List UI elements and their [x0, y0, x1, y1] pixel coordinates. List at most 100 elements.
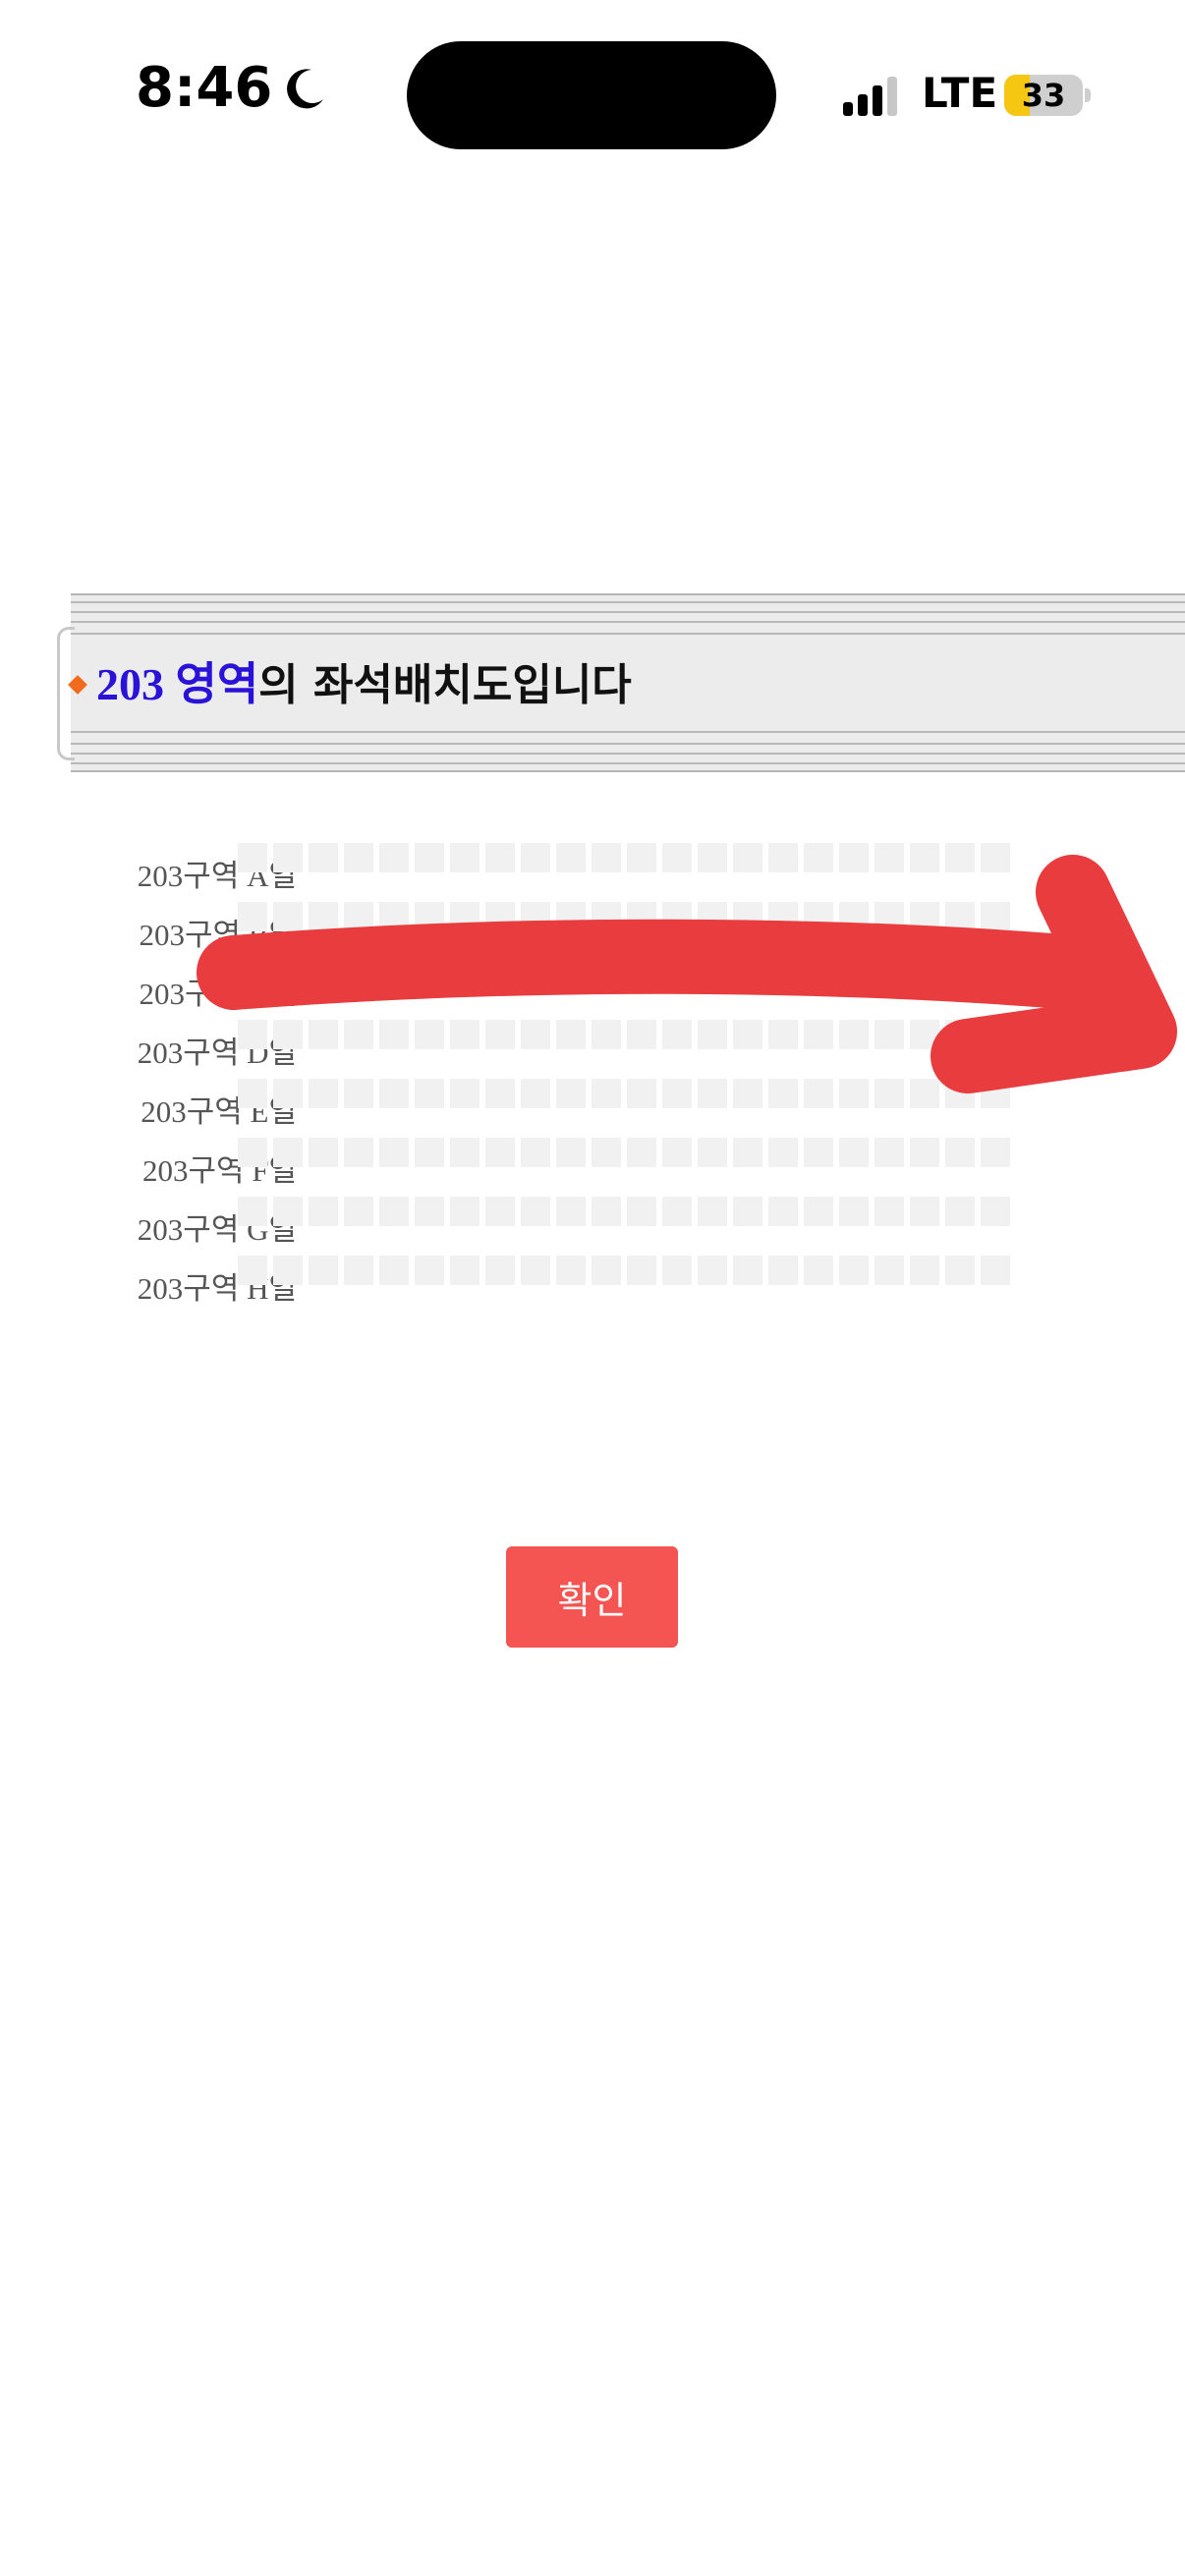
seat[interactable]	[804, 961, 833, 990]
seat[interactable]	[875, 1138, 904, 1167]
seat[interactable]	[238, 902, 267, 931]
seat[interactable]	[910, 1138, 939, 1167]
seat[interactable]	[485, 1256, 515, 1285]
seat[interactable]	[450, 1138, 480, 1167]
seat[interactable]	[592, 902, 621, 931]
seat[interactable]	[981, 1138, 1010, 1167]
seat[interactable]	[344, 843, 373, 872]
seat[interactable]	[379, 902, 409, 931]
seat[interactable]	[450, 1197, 480, 1226]
seat[interactable]	[379, 1138, 409, 1167]
seat[interactable]	[733, 1138, 762, 1167]
seat[interactable]	[733, 961, 762, 990]
seat[interactable]	[945, 1256, 975, 1285]
seat[interactable]	[238, 1079, 267, 1108]
seat[interactable]	[344, 902, 373, 931]
seat[interactable]	[698, 1138, 727, 1167]
seat[interactable]	[698, 1020, 727, 1049]
seat[interactable]	[910, 843, 939, 872]
seat[interactable]	[485, 1020, 515, 1049]
seat[interactable]	[839, 961, 869, 990]
seat[interactable]	[768, 843, 798, 872]
seat[interactable]	[309, 1256, 338, 1285]
seat[interactable]	[485, 1138, 515, 1167]
seat[interactable]	[415, 961, 444, 990]
confirm-button[interactable]: 확인	[506, 1546, 678, 1648]
seat[interactable]	[662, 1256, 692, 1285]
seat[interactable]	[379, 1197, 409, 1226]
seat[interactable]	[450, 1079, 480, 1108]
seat[interactable]	[910, 961, 939, 990]
seat[interactable]	[733, 1079, 762, 1108]
seat[interactable]	[804, 902, 833, 931]
seat[interactable]	[556, 1079, 586, 1108]
seat[interactable]	[521, 1256, 550, 1285]
seat[interactable]	[839, 902, 869, 931]
seat[interactable]	[945, 1079, 975, 1108]
seat[interactable]	[556, 1197, 586, 1226]
seat[interactable]	[981, 1020, 1010, 1049]
seat[interactable]	[910, 1079, 939, 1108]
seat[interactable]	[804, 1256, 833, 1285]
seat[interactable]	[627, 1020, 656, 1049]
seat[interactable]	[238, 1020, 267, 1049]
seat[interactable]	[592, 1197, 621, 1226]
seat[interactable]	[662, 1138, 692, 1167]
seat[interactable]	[485, 1197, 515, 1226]
seat[interactable]	[768, 1020, 798, 1049]
seat[interactable]	[910, 1020, 939, 1049]
seat[interactable]	[733, 843, 762, 872]
seat[interactable]	[804, 1020, 833, 1049]
seat[interactable]	[309, 843, 338, 872]
seat[interactable]	[521, 1197, 550, 1226]
seat[interactable]	[592, 1256, 621, 1285]
seat[interactable]	[592, 843, 621, 872]
seat[interactable]	[698, 1256, 727, 1285]
seat[interactable]	[698, 961, 727, 990]
seat[interactable]	[309, 1138, 338, 1167]
seat[interactable]	[768, 902, 798, 931]
seat[interactable]	[804, 1079, 833, 1108]
seat[interactable]	[627, 1079, 656, 1108]
seat[interactable]	[521, 843, 550, 872]
seat[interactable]	[768, 961, 798, 990]
seat[interactable]	[273, 1197, 303, 1226]
seat[interactable]	[875, 902, 904, 931]
seat[interactable]	[415, 1020, 444, 1049]
seat[interactable]	[273, 1138, 303, 1167]
seat[interactable]	[344, 1079, 373, 1108]
seat[interactable]	[592, 1138, 621, 1167]
seat[interactable]	[344, 1197, 373, 1226]
seat[interactable]	[662, 902, 692, 931]
seat[interactable]	[910, 1256, 939, 1285]
seat[interactable]	[592, 1079, 621, 1108]
seat[interactable]	[875, 1079, 904, 1108]
seat[interactable]	[981, 961, 1010, 990]
seat[interactable]	[839, 1079, 869, 1108]
seat[interactable]	[662, 1020, 692, 1049]
seat[interactable]	[945, 961, 975, 990]
seat[interactable]	[309, 902, 338, 931]
seat[interactable]	[839, 1197, 869, 1226]
seat[interactable]	[733, 902, 762, 931]
seat[interactable]	[627, 1256, 656, 1285]
seat[interactable]	[768, 1138, 798, 1167]
seat[interactable]	[839, 843, 869, 872]
seat[interactable]	[344, 1020, 373, 1049]
seat[interactable]	[415, 1079, 444, 1108]
seat[interactable]	[309, 961, 338, 990]
seat[interactable]	[839, 1256, 869, 1285]
seat[interactable]	[379, 843, 409, 872]
seat[interactable]	[981, 1197, 1010, 1226]
seat[interactable]	[733, 1256, 762, 1285]
seat[interactable]	[344, 961, 373, 990]
seat[interactable]	[662, 961, 692, 990]
seat[interactable]	[627, 1197, 656, 1226]
seat[interactable]	[450, 902, 480, 931]
seat[interactable]	[344, 1138, 373, 1167]
seat[interactable]	[627, 902, 656, 931]
seat[interactable]	[875, 1197, 904, 1226]
seat[interactable]	[556, 961, 586, 990]
seat[interactable]	[273, 1256, 303, 1285]
seat[interactable]	[733, 1020, 762, 1049]
